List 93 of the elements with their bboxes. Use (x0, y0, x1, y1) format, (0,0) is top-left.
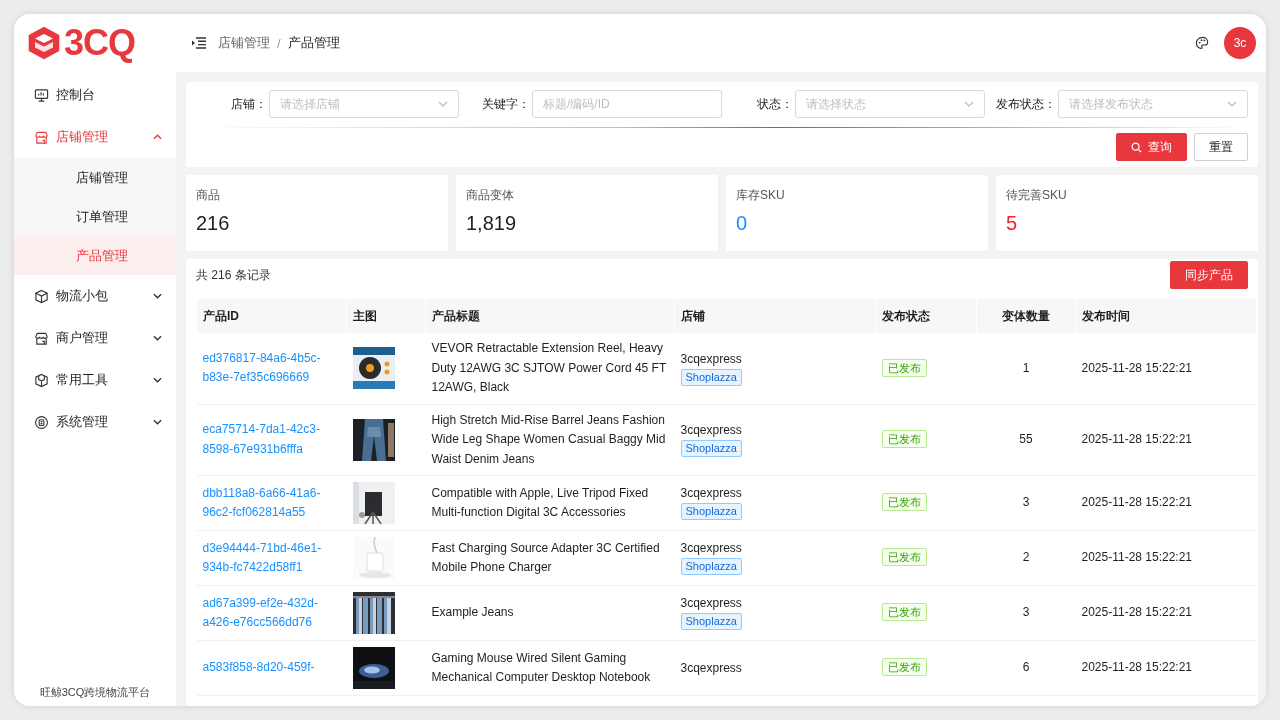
platform-tag: Shoplazza (680, 368, 742, 386)
product-title: Gaming Mouse Wired Silent Gaming Mechanical Computer Desktop Notebook (431, 650, 651, 684)
variant-count: 3 (1022, 605, 1030, 620)
menu-fold-icon[interactable] (192, 37, 206, 49)
stat-label: 商品变体 (466, 187, 515, 204)
record-count: 共 216 条记录 (196, 266, 271, 284)
stat-value: 216 (196, 212, 231, 235)
column-header: 变体数量 (976, 299, 1076, 333)
status-tag: 已发布 (881, 493, 927, 512)
status-tag: 已发布 (881, 548, 927, 567)
product-id-link[interactable]: ad67a399-ef2e-432d-a426-e76cc566dd76 (202, 593, 341, 633)
search-button[interactable]: 查询 (1116, 133, 1187, 161)
product-title: Example Jeans (431, 605, 514, 620)
variant-count: 2 (1022, 550, 1030, 565)
cube-icon (34, 288, 49, 304)
store-name: 3cqexpress (680, 485, 743, 503)
logo-text: 3CQ (64, 25, 136, 61)
submenu-item[interactable]: 产品管理 (14, 236, 176, 275)
breadcrumb-item[interactable]: 店铺管理 (218, 34, 270, 52)
product-id-link[interactable]: d3e94444-71bd-46e1-934b-fc7422d58ff1 (202, 538, 341, 578)
column-header: 主图 (346, 299, 426, 333)
product-title: Compatible with Apple, Live Tripod Fixed Multi-function Digital 3C Accessories (431, 485, 649, 519)
sidebar-item[interactable]: 物流小包 (14, 275, 176, 317)
publish-time: 2025-11-28 15:22:21 (1081, 432, 1193, 446)
caret-icon (1227, 101, 1237, 107)
product-title: VEVOR Retractable Extension Reel, Heavy Duty 12AWG 3C SJTOW Power Cord 45 FT 12AWG, Black (431, 341, 666, 394)
stat-label: 商品 (196, 187, 221, 204)
variant-count: 3 (1022, 495, 1030, 510)
sidebar-item[interactable]: 商户管理 (14, 317, 176, 359)
search-icon (1131, 141, 1142, 153)
store-name: 3cqexpress (680, 540, 743, 558)
filter-label: 关键字： (482, 95, 530, 113)
publish-time: 2025-11-28 15:22:21 (1081, 660, 1193, 675)
sync-products-button[interactable]: 同步产品 (1170, 261, 1248, 289)
shop-icon (34, 129, 49, 145)
logo-icon (26, 24, 62, 62)
status-tag: 已发布 (881, 430, 927, 448)
status-tag: 已发布 (881, 658, 927, 677)
sidebar-item[interactable]: 常用工具 (14, 359, 176, 401)
platform-tag: Shoplazza (680, 503, 742, 521)
publish-time: 2025-11-28 15:22:21 (1081, 550, 1193, 565)
column-header: 店铺 (674, 299, 876, 333)
product-id-link[interactable]: ed376817-84a6-4b5c-b83e-7ef35c696669 (202, 348, 341, 388)
sidebar-item[interactable]: 系统管理 (14, 401, 176, 443)
variant-count: 55 (1019, 432, 1033, 446)
breadcrumb-item: 产品管理 (287, 34, 340, 52)
product-title: High Stretch Mid-Rise Barrel Jeans Fashion Wide Leg Shape Women Casual Baggy Mid Waist Denim Jeans (431, 412, 666, 466)
product-id-link[interactable]: a583f858-8d20-459f- (202, 658, 341, 678)
platform-tag: Shoplazza (680, 558, 742, 576)
shop-icon (34, 330, 49, 346)
platform-tag: Shoplazza (680, 613, 742, 631)
palette-icon[interactable] (1195, 35, 1210, 51)
monitor-icon (34, 87, 49, 103)
publish-time: 2025-11-28 15:22:21 (1081, 495, 1193, 510)
product-id-link[interactable]: eca75714-7da1-42c3-8598-67e931b6fffa (202, 420, 341, 460)
column-header: 发布状态 (875, 299, 977, 333)
filter-label: 状态： (757, 95, 793, 113)
stat-label: 待完善SKU (1006, 187, 1068, 204)
product-id-link[interactable]: dbb118a8-6a66-41a6-96c2-fcf062814a55 (202, 483, 341, 523)
status-tag: 已发布 (881, 358, 927, 377)
stat-value: 0 (736, 212, 749, 235)
filter-label: 发布状态： (996, 95, 1056, 113)
caret-icon (438, 101, 448, 107)
store-name: 3cqexpress (680, 660, 743, 677)
stat-value: 1,819 (466, 212, 518, 235)
stat-value: 5 (1006, 212, 1019, 235)
box-icon (34, 372, 49, 388)
store-name: 3cqexpress (680, 595, 743, 613)
store-name: 3cqexpress (680, 422, 743, 439)
submenu-item[interactable]: 店铺管理 (14, 158, 176, 197)
status-tag: 已发布 (881, 603, 927, 622)
footer-text: 旺鲸3CQ跨境物流平台 (38, 685, 152, 700)
column-header: 发布时间 (1075, 299, 1256, 333)
publish-time: 2025-11-28 15:22:21 (1081, 360, 1193, 375)
sidebar-item[interactable]: 店铺管理 (14, 116, 176, 158)
stat-label: 库存SKU (736, 187, 786, 204)
product-title: Fast Charging Source Adapter 3C Certified Mobile Phone Charger (431, 540, 660, 574)
user-avatar[interactable]: 3c (1224, 27, 1256, 59)
store-name: 3cqexpress (680, 350, 743, 368)
column-header: 产品标题 (425, 299, 675, 333)
submenu-item[interactable]: 订单管理 (14, 197, 176, 236)
variant-count: 1 (1022, 360, 1030, 375)
variant-count: 6 (1022, 660, 1030, 675)
chip-icon (34, 414, 49, 430)
column-header: 产品ID (196, 299, 347, 333)
filter-label: 店铺： (231, 95, 267, 113)
breadcrumb-separator: / (277, 35, 281, 51)
reset-button[interactable]: 重置 (1194, 133, 1248, 161)
search-field[interactable]: 标题/编码/ID (532, 90, 722, 118)
publish-time: 2025-11-28 15:22:21 (1081, 605, 1193, 620)
platform-tag: Shoplazza (680, 440, 742, 457)
sidebar-item[interactable]: 控制台 (14, 74, 176, 116)
caret-icon (964, 101, 974, 107)
